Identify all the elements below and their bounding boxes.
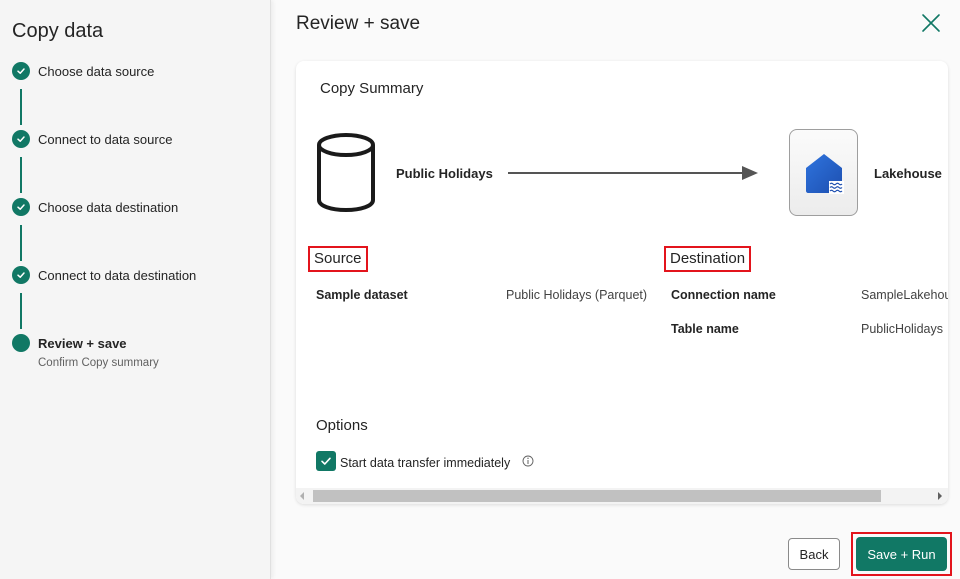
back-button[interactable]: Back <box>788 538 840 570</box>
horizontal-scrollbar[interactable] <box>296 488 948 504</box>
scroll-right-arrow-icon[interactable] <box>938 492 942 500</box>
step-connector <box>20 89 22 125</box>
check-circle-icon <box>12 62 30 80</box>
info-icon[interactable] <box>522 455 534 467</box>
destination-heading: Destination <box>664 246 752 272</box>
step-connector <box>20 225 22 261</box>
source-heading: Source <box>308 246 368 272</box>
step-label: Review + save <box>38 335 127 351</box>
destination-key-connection-name: Connection name <box>671 288 776 302</box>
start-transfer-checkbox[interactable] <box>316 451 336 471</box>
lakehouse-icon <box>805 153 844 194</box>
page-title: Review + save <box>296 13 421 34</box>
destination-name: Lakehouse <box>874 166 942 181</box>
current-step-icon <box>12 334 30 352</box>
destination-key-table-name: Table name <box>671 322 739 336</box>
step-label: Choose data destination <box>38 199 179 215</box>
close-icon[interactable] <box>920 12 942 34</box>
step-connect-data-source: Connect to data source <box>12 130 172 148</box>
step-connector <box>20 157 22 193</box>
wizard-sidebar: Copy data Choose data source Connect to … <box>0 0 271 579</box>
save-run-button[interactable]: Save + Run <box>856 537 947 571</box>
database-icon <box>317 133 375 213</box>
step-connector <box>20 293 22 329</box>
step-choose-data-destination: Choose data destination <box>12 198 178 216</box>
checkmark-icon <box>321 457 331 465</box>
check-circle-icon <box>12 130 30 148</box>
step-label: Choose data source <box>38 63 155 79</box>
wizard-title: Copy data <box>12 20 104 42</box>
scroll-left-arrow-icon[interactable] <box>300 492 304 500</box>
step-review-save: Review + save <box>12 334 127 352</box>
destination-value-connection-name: SampleLakehouse <box>861 288 948 302</box>
flow-arrow-icon <box>508 166 758 180</box>
source-value-sample-dataset: Public Holidays (Parquet) <box>506 288 648 302</box>
check-circle-icon <box>12 198 30 216</box>
step-label: Connect to data destination <box>38 267 197 283</box>
lakehouse-tile <box>789 129 858 216</box>
options-title: Options <box>316 417 368 434</box>
source-key-sample-dataset: Sample dataset <box>316 288 408 302</box>
destination-value-table-name: PublicHolidays <box>861 322 943 336</box>
close-button[interactable] <box>920 12 942 34</box>
step-connect-data-destination: Connect to data destination <box>12 266 196 284</box>
scrollbar-thumb[interactable] <box>313 490 881 502</box>
step-choose-data-source: Choose data source <box>12 62 154 80</box>
start-transfer-label[interactable]: Start data transfer immediately <box>340 456 510 470</box>
check-circle-icon <box>12 266 30 284</box>
copy-summary-title: Copy Summary <box>320 80 424 97</box>
step-sublabel: Confirm Copy summary <box>38 357 159 369</box>
copy-summary-card: Copy Summary Public Holidays Lakehouse S… <box>296 61 948 504</box>
step-label: Connect to data source <box>38 131 173 147</box>
source-name: Public Holidays <box>396 166 493 181</box>
